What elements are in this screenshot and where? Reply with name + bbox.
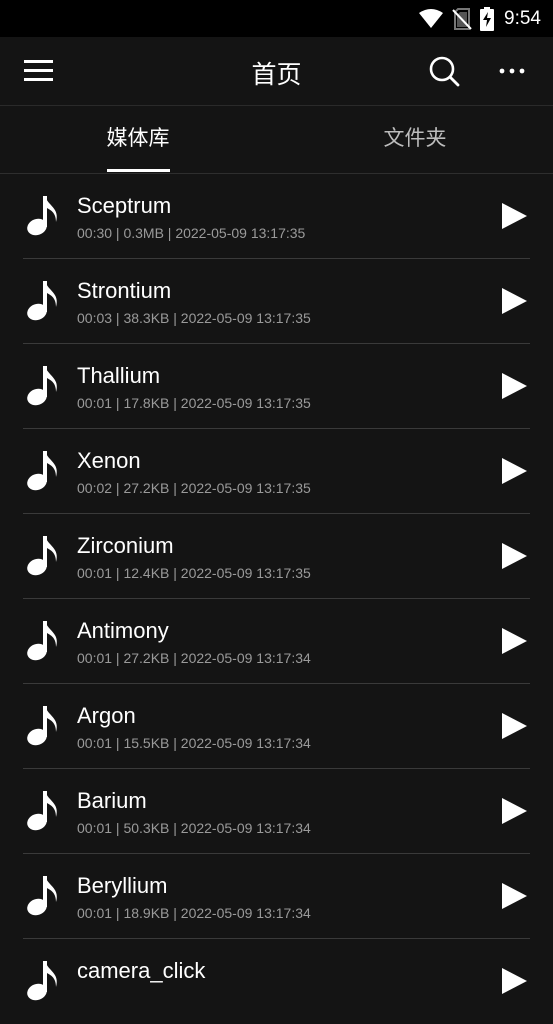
list-item[interactable]: camera_click [0,939,553,1024]
item-title: Strontium [77,278,172,303]
play-icon[interactable] [501,628,527,654]
item-title: camera_click [77,958,206,983]
item-title: Antimony [77,618,169,643]
play-icon[interactable] [501,458,527,484]
music-note-icon [27,791,57,831]
item-title: Xenon [77,448,141,473]
music-note-icon [27,366,57,406]
more-icon [499,68,525,74]
music-note-icon [27,621,57,661]
list-item[interactable]: Antimony 00:01 | 27.2KB | 2022-05-09 13:… [0,599,553,684]
status-icons: 9:54 [418,6,541,32]
music-note-icon [27,961,57,1001]
list-item[interactable]: Beryllium 00:01 | 18.9KB | 2022-05-09 13… [0,854,553,939]
list-item[interactable]: Argon 00:01 | 15.5KB | 2022-05-09 13:17:… [0,684,553,769]
play-icon[interactable] [501,713,527,739]
search-button[interactable] [428,55,460,87]
tab-indicator [107,169,170,172]
no-sim-icon [452,8,472,30]
music-note-icon [27,196,57,236]
item-title: Thallium [77,363,161,388]
page-title: 首页 [251,61,302,89]
wifi-icon [418,9,444,29]
list-item[interactable]: Xenon 00:02 | 27.2KB | 2022-05-09 13:17:… [0,429,553,514]
play-icon[interactable] [501,883,527,909]
more-options-button[interactable] [498,61,526,81]
list-item[interactable]: Zirconium 00:01 | 12.4KB | 2022-05-09 13… [0,514,553,599]
item-meta: 00:01 | 50.3KB | 2022-05-09 13:17:34 [77,820,311,836]
list-item[interactable]: Barium 00:01 | 50.3KB | 2022-05-09 13:17… [0,769,553,854]
play-icon[interactable] [501,203,527,229]
item-meta: 00:01 | 17.8KB | 2022-05-09 13:17:35 [77,395,311,411]
list-item[interactable]: Sceptrum 00:30 | 0.3MB | 2022-05-09 13:1… [0,174,553,259]
audio-list: Sceptrum 00:30 | 0.3MB | 2022-05-09 13:1… [0,174,553,1024]
battery-charging-icon [480,7,495,31]
item-meta: 00:01 | 15.5KB | 2022-05-09 13:17:34 [77,735,311,751]
play-icon[interactable] [501,373,527,399]
status-time: 9:54 [504,8,541,29]
search-icon [429,56,460,87]
item-title: Sceptrum [77,193,172,218]
item-meta: 00:01 | 18.9KB | 2022-05-09 13:17:34 [77,905,311,921]
play-icon[interactable] [501,968,527,994]
list-item[interactable]: Strontium 00:03 | 38.3KB | 2022-05-09 13… [0,259,553,344]
tab-bar: 媒体库 文件夹 [0,106,553,174]
music-note-icon [27,536,57,576]
item-title: Beryllium [77,873,168,898]
item-meta: 00:02 | 27.2KB | 2022-05-09 13:17:35 [77,480,311,496]
item-title: Argon [77,703,136,728]
item-meta: 00:03 | 38.3KB | 2022-05-09 13:17:35 [77,310,311,326]
item-meta: 00:30 | 0.3MB | 2022-05-09 13:17:35 [77,225,306,241]
list-item[interactable]: Thallium 00:01 | 17.8KB | 2022-05-09 13:… [0,344,553,429]
item-title: Zirconium [77,533,174,558]
play-icon[interactable] [501,288,527,314]
music-note-icon [27,451,57,491]
item-meta: 00:01 | 12.4KB | 2022-05-09 13:17:35 [77,565,311,581]
status-bar: 9:54 [0,0,553,37]
item-meta: 00:01 | 27.2KB | 2022-05-09 13:17:34 [77,650,311,666]
tab-folders[interactable]: 文件夹 [277,106,553,173]
play-icon[interactable] [501,798,527,824]
music-note-icon [27,281,57,321]
app-bar: 首页 [0,37,553,106]
music-note-icon [27,876,57,916]
music-note-icon [27,706,57,746]
item-title: Barium [77,788,147,813]
tab-media-library[interactable]: 媒体库 [0,106,276,173]
play-icon[interactable] [501,543,527,569]
